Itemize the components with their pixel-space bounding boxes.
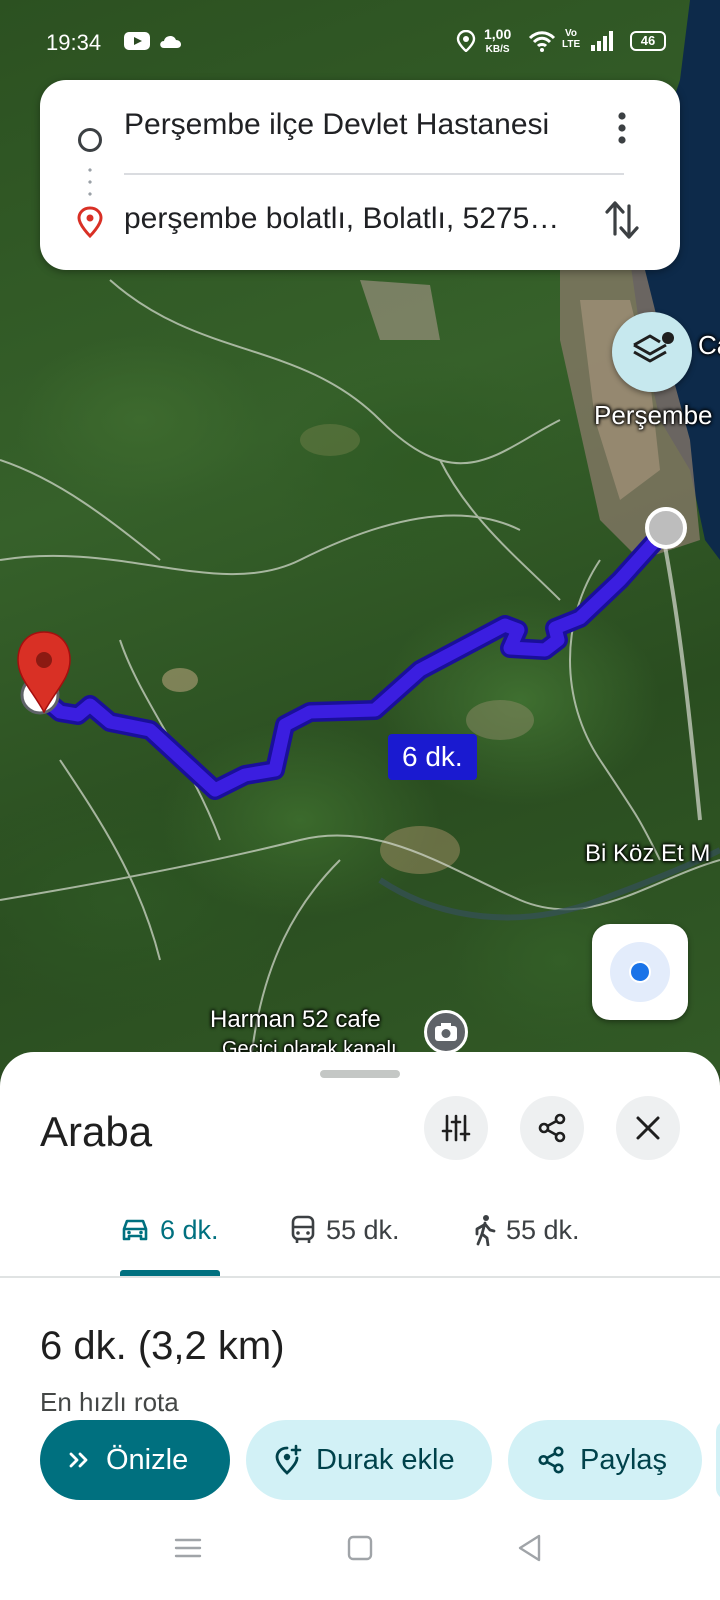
signal-icon bbox=[591, 31, 613, 51]
cloud-icon bbox=[160, 35, 182, 48]
share-button[interactable] bbox=[520, 1096, 584, 1160]
transit-icon bbox=[291, 1215, 315, 1243]
youtube-icon bbox=[124, 32, 150, 50]
map-label-town[interactable]: Perşembe bbox=[594, 400, 713, 431]
route-eta-badge[interactable]: 6 dk. bbox=[388, 734, 477, 780]
back-icon[interactable] bbox=[508, 1526, 552, 1570]
add-location-icon bbox=[275, 1444, 302, 1475]
tab-transit-label: 55 dk. bbox=[326, 1214, 400, 1245]
preview-label: Önizle bbox=[106, 1443, 189, 1476]
car-icon bbox=[122, 1219, 148, 1241]
status-bar: 19:34 1,00 KB/S Vo LTE 46 bbox=[0, 0, 720, 80]
route-dots bbox=[88, 164, 92, 200]
route-duration: 6 dk. bbox=[40, 1324, 127, 1368]
more-vert-icon[interactable] bbox=[606, 108, 638, 148]
volte-indicator: Vo LTE bbox=[562, 28, 581, 50]
destination-pin-icon bbox=[77, 206, 103, 238]
my-location-icon bbox=[629, 961, 651, 983]
battery-icon: 46 bbox=[630, 31, 666, 51]
tab-transit[interactable]: 55 dk. bbox=[290, 1200, 400, 1260]
tune-icon bbox=[441, 1114, 471, 1142]
status-time: 19:34 bbox=[46, 30, 102, 55]
chevrons-right-icon bbox=[69, 1452, 88, 1468]
route-summary: 6 dk. (3,2 km) bbox=[40, 1324, 285, 1369]
add-stop-button[interactable]: Durak ekle bbox=[246, 1420, 492, 1500]
menu-icon[interactable] bbox=[166, 1526, 210, 1570]
network-speed-value: 1,00 bbox=[484, 26, 512, 42]
map-label-cafe[interactable]: Harman 52 cafe bbox=[210, 1006, 381, 1034]
share-route-button[interactable]: Paylaş bbox=[508, 1420, 702, 1500]
field-divider bbox=[124, 173, 624, 175]
route-search-card: Perşembe ilçe Devlet Hastanesi perşembe … bbox=[40, 80, 680, 270]
route-options-button[interactable] bbox=[424, 1096, 488, 1160]
walk-icon bbox=[475, 1215, 496, 1246]
destination-field[interactable]: perşembe bolatlı, Bolatlı, 5275… bbox=[124, 202, 594, 236]
map-label-cutoff[interactable]: Ca bbox=[698, 330, 720, 361]
network-speed: 1,00 KB/S bbox=[484, 26, 512, 56]
route-distance: (3,2 km) bbox=[137, 1324, 285, 1368]
camera-icon[interactable] bbox=[424, 1010, 468, 1054]
drag-handle[interactable] bbox=[320, 1070, 400, 1078]
map-label-poi[interactable]: Bi Köz Et M bbox=[585, 840, 710, 868]
travel-mode-title: Araba bbox=[40, 1108, 153, 1155]
more-actions-pill[interactable] bbox=[716, 1420, 720, 1500]
swap-icon[interactable] bbox=[602, 198, 642, 242]
wifi-icon bbox=[528, 31, 556, 52]
layers-icon bbox=[633, 332, 674, 363]
route-line[interactable] bbox=[33, 523, 672, 797]
system-nav-bar bbox=[0, 1500, 720, 1600]
tab-driving[interactable]: 6 dk. bbox=[120, 1200, 219, 1260]
tab-walking[interactable]: 55 dk. bbox=[474, 1200, 580, 1260]
battery-level: 46 bbox=[640, 33, 656, 48]
share-icon bbox=[538, 1113, 566, 1143]
origin-field[interactable]: Perşembe ilçe Devlet Hastanesi bbox=[124, 108, 594, 142]
layers-button[interactable] bbox=[612, 312, 692, 392]
route-line-border bbox=[30, 520, 675, 800]
share-icon bbox=[538, 1446, 564, 1474]
map-view[interactable]: 19:34 1,00 KB/S Vo LTE 46 Perşembe ilçe … bbox=[0, 0, 720, 1070]
my-location-button[interactable] bbox=[592, 924, 688, 1020]
close-icon bbox=[636, 1116, 660, 1140]
tab-driving-label: 6 dk. bbox=[160, 1214, 219, 1245]
tabs-divider bbox=[0, 1276, 720, 1278]
home-icon[interactable] bbox=[338, 1526, 382, 1570]
origin-circle-icon bbox=[78, 128, 102, 152]
add-stop-label: Durak ekle bbox=[316, 1443, 455, 1476]
route-description: En hızlı rota bbox=[40, 1387, 179, 1417]
preview-button[interactable]: Önizle bbox=[40, 1420, 230, 1500]
network-speed-unit: KB/S bbox=[485, 44, 510, 55]
location-icon bbox=[456, 30, 476, 52]
close-button[interactable] bbox=[616, 1096, 680, 1160]
route-origin-marker[interactable] bbox=[645, 507, 687, 549]
share-label: Paylaş bbox=[580, 1443, 668, 1476]
tab-walking-label: 55 dk. bbox=[506, 1214, 580, 1245]
